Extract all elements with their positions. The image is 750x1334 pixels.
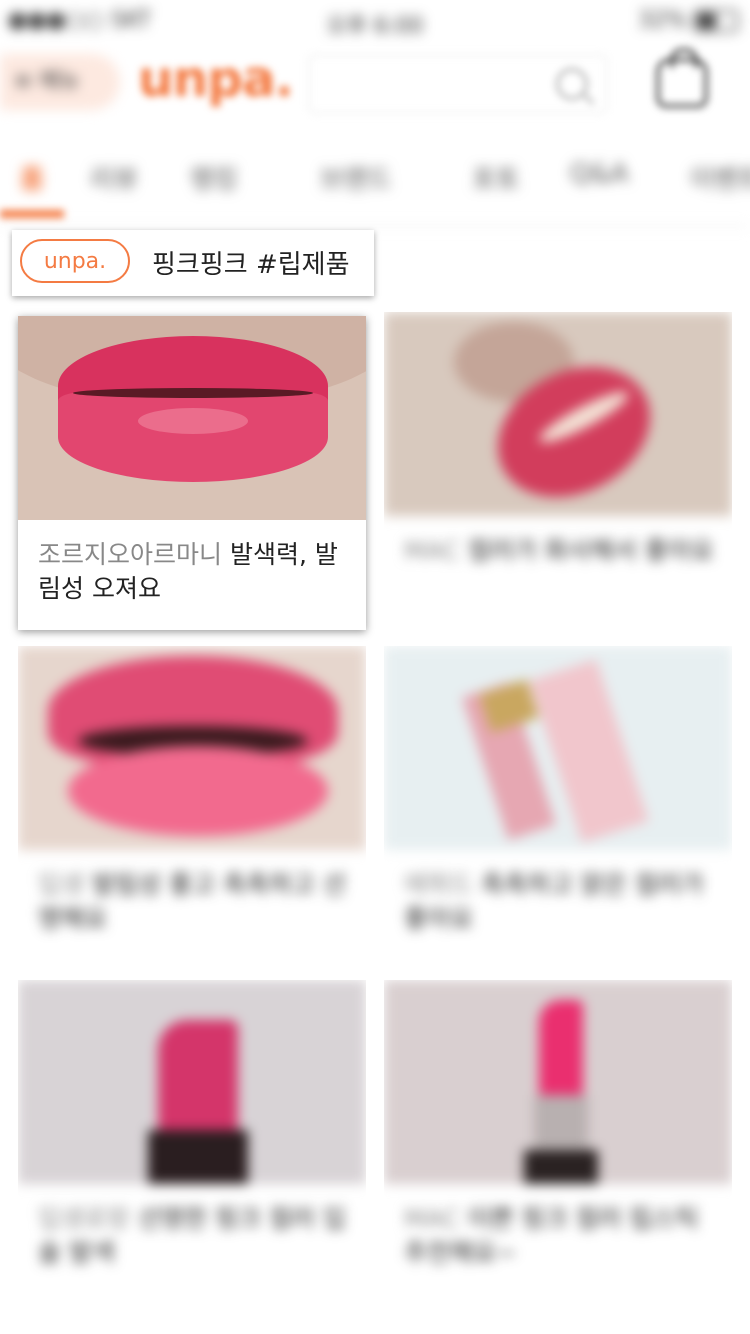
lip-photo: [18, 316, 366, 520]
product-card[interactable]: MAC 컬러가 화사해서 좋아요: [384, 312, 732, 626]
card-brand: 에뛰드: [404, 870, 474, 899]
search-icon[interactable]: [556, 68, 588, 100]
battery-status: 32%: [638, 8, 738, 33]
product-photo: [18, 980, 366, 1184]
card-caption: 에뛰드 촉촉하고 맑은 컬러가 좋아요: [404, 868, 714, 936]
card-text: 발림성 좋고 촉촉하고 선명해요: [38, 870, 346, 933]
status-bar: ●●●○○ SKT 오후 6:00 32%: [0, 0, 750, 40]
menu-button[interactable]: ≡ 메뉴: [0, 54, 120, 110]
product-card[interactable]: MAC 이쁜 핑크 컬러 립스틱 추천해요~: [384, 980, 732, 1294]
tag-text: 핑크핑크 #립제품: [152, 250, 350, 280]
product-card[interactable]: 에뛰드 촉촉하고 맑은 컬러가 좋아요: [384, 646, 732, 960]
tag-bar[interactable]: unpa. 핑크핑크 #립제품: [12, 230, 374, 296]
product-photo: [384, 980, 732, 1184]
tab-home[interactable]: 홈: [20, 159, 44, 196]
card-brand: 입생: [38, 870, 85, 899]
tab-ranking[interactable]: 랭킹: [190, 159, 238, 196]
product-photo: [384, 646, 732, 850]
card-caption: MAC 컬러가 화사해서 좋아요: [404, 534, 714, 568]
shopping-bag-icon[interactable]: [656, 48, 708, 108]
product-card[interactable]: 입생 발림성 좋고 촉촉하고 선명해요: [18, 646, 366, 960]
active-tab-indicator: [0, 210, 64, 218]
card-brand: MAC: [404, 1204, 460, 1233]
tab-brand[interactable]: 브랜드: [320, 159, 392, 196]
card-caption: 입생 발림성 좋고 촉촉하고 선명해요: [38, 868, 348, 936]
app-logo[interactable]: unpa.: [138, 50, 294, 108]
lip-photo: [18, 646, 366, 850]
lip-photo: [384, 312, 732, 516]
product-card[interactable]: 조르지오아르마니 발색력, 발림성 오져요: [18, 316, 366, 630]
card-caption: 입생로랑 선명한 핑크 컬러 입술 발색: [38, 1202, 348, 1270]
app-header: ≡ 메뉴 unpa.: [0, 40, 750, 130]
card-text: 컬러가 화사해서 좋아요: [467, 536, 714, 565]
card-brand: 조르지오아르마니: [38, 540, 223, 569]
search-input[interactable]: [308, 54, 608, 114]
brand-pill[interactable]: unpa.: [20, 239, 130, 283]
card-brand: MAC: [404, 536, 460, 565]
tab-review[interactable]: 리뷰: [90, 159, 138, 196]
card-caption: MAC 이쁜 핑크 컬러 립스틱 추천해요~: [404, 1202, 714, 1270]
tab-qna[interactable]: Q&A: [570, 159, 629, 189]
card-brand: 입생로랑: [38, 1204, 131, 1233]
tab-photo[interactable]: 포토: [472, 159, 520, 196]
card-caption: 조르지오아르마니 발색력, 발림성 오져요: [38, 538, 348, 606]
product-card[interactable]: 입생로랑 선명한 핑크 컬러 입술 발색: [18, 980, 366, 1294]
battery-icon: [694, 10, 738, 32]
category-tabs: 홈 리뷰 랭킹 브랜드 포토 Q&A 이벤트: [0, 145, 750, 227]
tab-event[interactable]: 이벤트: [690, 159, 750, 196]
battery-percent: 32%: [638, 8, 687, 33]
